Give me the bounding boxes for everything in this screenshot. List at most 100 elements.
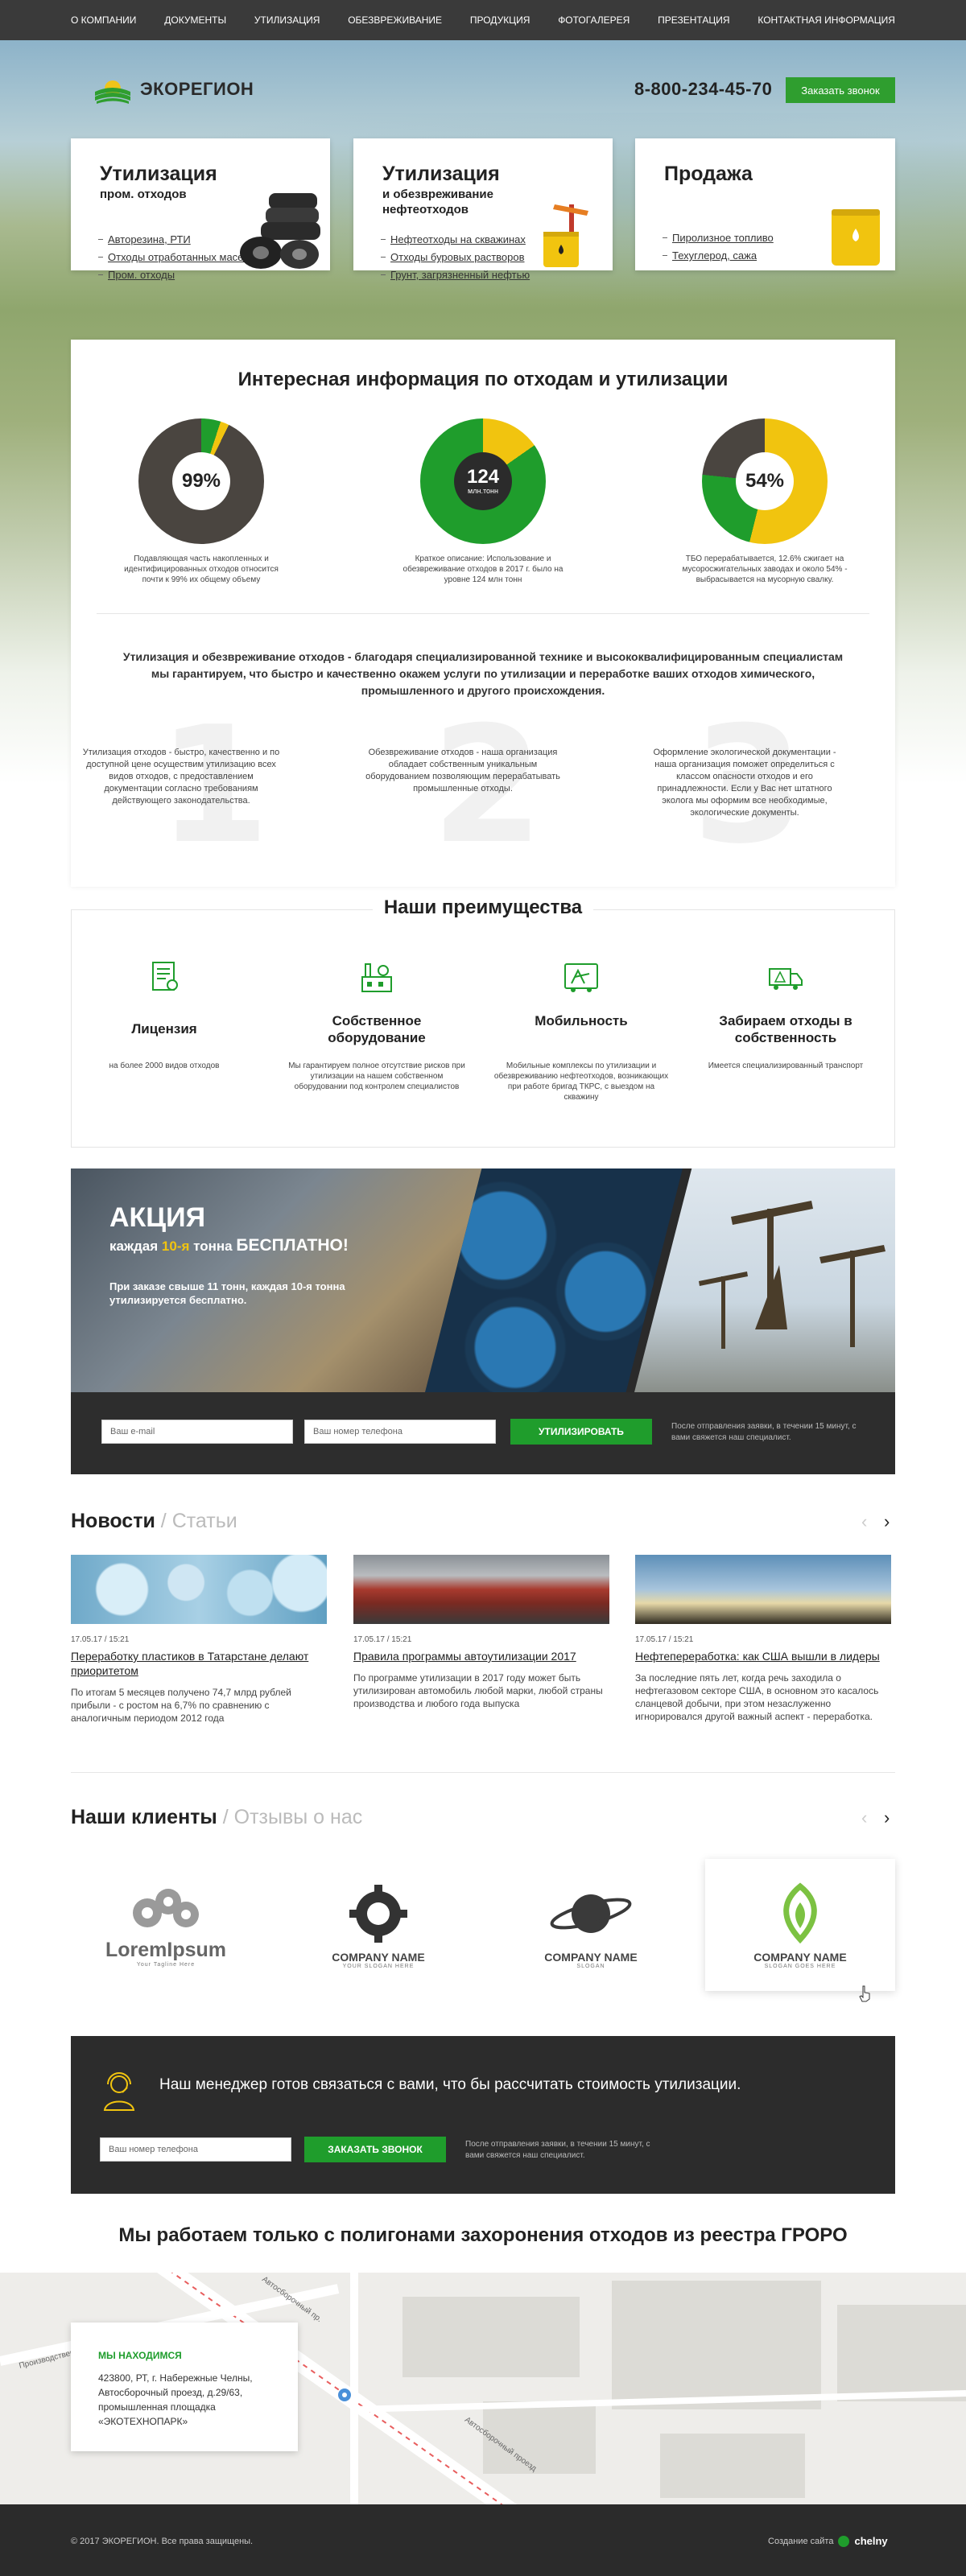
advantage-text: Мобильные комплексы по утилизации и обез… <box>493 1061 669 1102</box>
logo-sun-field-icon <box>95 80 130 104</box>
truck-hazard-icon <box>769 968 803 990</box>
callback-text: Наш менеджер готов связаться с вами, что… <box>159 2076 741 2093</box>
callback-note: После отправления заявки, в течении 15 м… <box>465 2140 650 2160</box>
news-text: За последние пять лет, когда речь заходи… <box>635 1672 879 1722</box>
footer-copyright: © 2017 ЭКОРЕГИОН. Все права защищены. <box>71 2537 254 2546</box>
card-industrial-waste: Утилизация пром. отходов Авторезина, РТИ… <box>71 138 330 281</box>
chelny-logo-icon <box>838 2535 850 2547</box>
column-text: Утилизация отходов - быстро, качественно… <box>82 748 280 806</box>
promo-email-input[interactable]: Ваш e-mail <box>101 1420 293 1444</box>
card-link[interactable]: Пром. отходы <box>98 269 250 281</box>
client-logo-highlighted[interactable]: COMPANY NAME SLOGAN GOES HERE <box>705 1859 895 1991</box>
nav-item[interactable]: ДОКУМЕНТЫ <box>164 14 226 26</box>
client-logo[interactable]: COMPANY NAME SLOGAN <box>496 1859 686 1991</box>
news-prev-arrow-icon[interactable]: ‹ <box>861 1511 867 1532</box>
location-map[interactable]: Автосборочный проезд Автосборочный пр. П… <box>0 2273 966 2504</box>
logo[interactable]: ЭКОРЕГИОН <box>93 74 254 105</box>
news-next-arrow-icon[interactable]: › <box>884 1511 890 1532</box>
clients-prev-arrow-icon[interactable]: ‹ <box>861 1807 867 1828</box>
news-title-link[interactable]: Правила программы автоутилизации 2017 <box>353 1649 609 1663</box>
stat-unit: млн.тонн <box>468 487 498 495</box>
client-name: COMPANY NAME <box>332 1950 425 1964</box>
callback-submit-button[interactable]: ЗАКАЗАТЬ ЗВОНОК <box>304 2137 446 2162</box>
footer-credit[interactable]: Создание сайта chelny <box>768 2535 888 2547</box>
card-link[interactable]: Грунт, загрязненный нефтью <box>380 269 530 281</box>
promo-form: Ваш e-mail Ваш номер телефона УТИЛИЗИРОВ… <box>71 1392 895 1474</box>
card-link[interactable]: Пиролизное топливо <box>663 232 774 244</box>
order-call-button[interactable]: Заказать звонок <box>786 77 895 103</box>
header-phone[interactable]: 8-800-234-45-70 <box>634 79 772 100</box>
oil-barrel-image <box>543 204 588 267</box>
top-nav: О КОМПАНИИ ДОКУМЕНТЫ УТИЛИЗАЦИЯ ОБЕЗВРЕЖИВА… <box>0 0 966 40</box>
news-image-old-cars[interactable] <box>353 1555 609 1624</box>
mobile-rig-icon <box>564 963 598 992</box>
client-logo[interactable]: LoremIpsum Your Tagline Here <box>71 1859 261 1991</box>
promo-note: После отправления заявки, в течении 15 м… <box>671 1422 857 1442</box>
card-link[interactable]: Авторезина, РТИ <box>98 233 250 245</box>
promo-submit-button[interactable]: УТИЛИЗИРОВАТЬ <box>510 1419 652 1445</box>
news-image-oil-rigs[interactable] <box>635 1555 891 1624</box>
card-link[interactable]: Отходы отработанных масел <box>98 251 250 263</box>
divider <box>97 613 869 614</box>
stat-caption: ТБО перерабатывается, 12.6% сжигает на м… <box>682 554 848 584</box>
nav-item[interactable]: КОНТАКТНАЯ ИНФОРМАЦИЯ <box>758 14 895 26</box>
nav-item[interactable]: О КОМПАНИИ <box>71 14 136 26</box>
card-subtitle: пром. отходов <box>100 188 187 201</box>
promo-title: АКЦИЯ <box>109 1202 206 1233</box>
address-text: 423800, РТ, г. Набережные Челны, Автосбо… <box>98 2372 253 2427</box>
clients-next-arrow-icon[interactable]: › <box>884 1807 890 1828</box>
card-sale: Продажа Пиролизное топливо Техуглерод, с… <box>635 138 895 270</box>
callback-section: Наш менеджер готов связаться с вами, что… <box>71 2036 895 2194</box>
news-title-link[interactable]: Переработку пластиков в Татарстане делаю… <box>71 1649 327 1678</box>
planet-logo-icon <box>550 1894 632 1933</box>
news-card: 17.05.17 / 15:21 Нефтепереработка: как С… <box>635 1555 891 1723</box>
stat-donut-chart: 99% <box>138 418 264 544</box>
footer: © 2017 ЭКОРЕГИОН. Все права защищены. Со… <box>0 2504 966 2576</box>
card-link[interactable]: Нефтеотходы на скважинах <box>380 233 530 245</box>
nav-item[interactable]: УТИЛИЗАЦИЯ <box>254 14 320 26</box>
card-oil-waste: Утилизация и обезвреживание нефтеотходов… <box>353 138 613 281</box>
promo-phone-input[interactable]: Ваш номер телефона <box>304 1420 496 1444</box>
promo-banner: АКЦИЯ каждая 10-я тонна БЕСПЛАТНО! При з… <box>71 1168 895 1474</box>
news-image-plastic-bottles[interactable] <box>71 1555 327 1624</box>
column-text: Обезвреживание отходов - наша организаци… <box>365 748 560 793</box>
nav-item[interactable]: ФОТОГАЛЕРЕЯ <box>558 14 630 26</box>
news-text: По итогам 5 месяцев получено 74,7 млрд р… <box>71 1687 291 1724</box>
client-logo[interactable]: COMPANY NAME YOUR SLOGAN HERE <box>283 1859 473 1991</box>
client-slogan: SLOGAN GOES HERE <box>764 1963 836 1969</box>
news-date: 17.05.17 / 15:21 <box>71 1635 130 1644</box>
card-title: Утилизация <box>382 163 500 185</box>
address-box: МЫ НАХОДИМСЯ 423800, РТ, г. Набережные Ч… <box>71 2323 298 2451</box>
callback-phone-input[interactable]: Ваш номер телефона <box>100 2137 291 2162</box>
registry-heading: Мы работаем только с полигонами захороне… <box>118 2224 848 2246</box>
logo-text: ЭКОРЕГИОН <box>140 79 254 99</box>
column-text: Оформление экологической документации - … <box>653 748 836 818</box>
nav-item[interactable]: ПРОДУКЦИЯ <box>470 14 530 26</box>
advantage-text: Мы гарантируем полное отсутствие рисков … <box>288 1061 465 1091</box>
news-card: 17.05.17 / 15:21 Переработку пластиков в… <box>71 1555 327 1725</box>
gears-logo-icon <box>133 1889 199 1927</box>
client-slogan: YOUR SLOGAN HERE <box>342 1963 415 1969</box>
advantage-title: Мобильность <box>535 1013 628 1028</box>
fuel-barrel-image <box>832 209 880 266</box>
card-link[interactable]: Техуглерод, сажа <box>663 249 774 262</box>
advantages-title: Наши преимущества <box>0 896 966 919</box>
stat-value: 54% <box>745 470 785 492</box>
client-name: LoremIpsum <box>105 1939 227 1961</box>
manager-avatar-icon <box>103 2072 135 2111</box>
stat-value: 99% <box>181 470 221 492</box>
nav-item[interactable]: ОБЕЗВРЕЖИВАНИЕ <box>348 14 442 26</box>
factory-equipment-icon <box>361 963 392 992</box>
card-title: Продажа <box>664 163 753 185</box>
gear-logo-icon <box>349 1884 407 1943</box>
nav-item[interactable]: ПРЕЗЕНТАЦИЯ <box>658 14 729 26</box>
news-title-link[interactable]: Нефтепереработка: как США вышли в лидеры <box>635 1649 891 1663</box>
card-link[interactable]: Отходы буровых растворов <box>380 251 530 263</box>
news-section-title: Новости / Статьи <box>71 1510 237 1532</box>
license-document-icon <box>152 962 178 991</box>
client-slogan: SLOGAN <box>576 1963 605 1969</box>
info-title: Интересная информация по отходам и утили… <box>237 369 729 390</box>
advantage-title: Собственное оборудование <box>328 1013 426 1045</box>
clients-section-title: Наши клиенты / Отзывы о нас <box>71 1806 363 1828</box>
promo-subtitle: каждая 10-я тонна БЕСПЛАТНО! <box>109 1236 349 1255</box>
